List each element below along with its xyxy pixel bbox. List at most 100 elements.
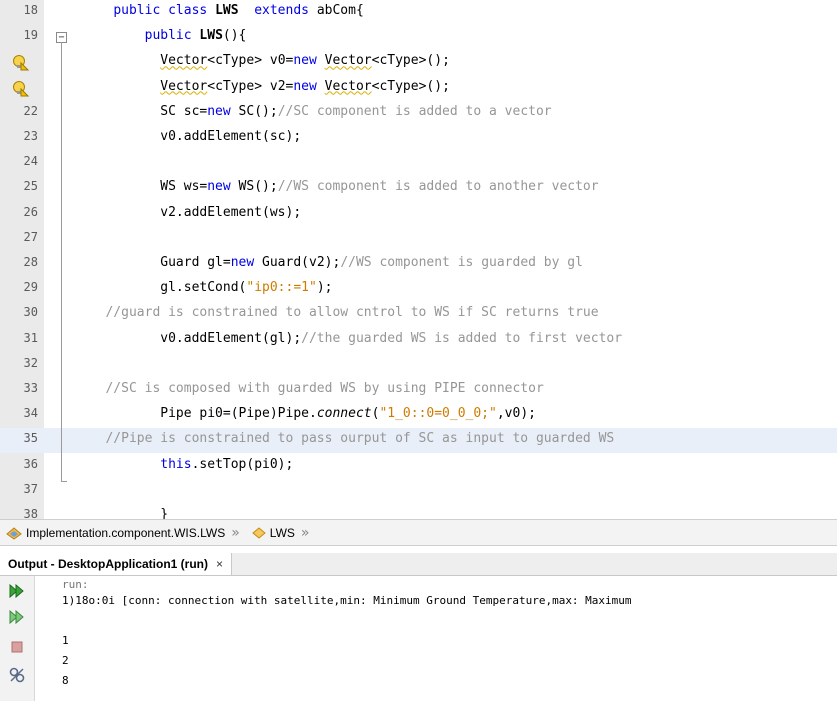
code-token: LWS [199,28,223,44]
close-icon[interactable]: × [216,557,223,571]
code-token: .setTop(pi0); [191,456,294,472]
code-token: new [293,78,325,94]
output-line: 8 [62,674,69,687]
code-token: Pipe pi0=(Pipe)Pipe. [82,406,317,422]
code-line[interactable]: Vector<cType> v0=new Vector<cType>(); [0,50,837,75]
line-number: 22 [23,103,38,118]
line-number: 38 [23,507,38,519]
code-line[interactable]: Vector<cType> v2=new Vector<cType>(); [0,76,837,101]
code-token: Vector [160,53,208,69]
code-line[interactable]: 30 //guard is constrained to allow cntro… [0,302,837,327]
code-token: new [293,53,325,69]
code-line[interactable]: 38 } [0,504,837,519]
line-number: 28 [23,255,38,269]
code-text: v0.addElement(sc); [82,129,301,144]
code-editor[interactable]: 18 public class LWS extends abCom{19− pu… [0,0,837,519]
code-line[interactable]: 33 //SC is composed with guarded WS by u… [0,378,837,403]
stop-icon[interactable] [8,638,26,656]
code-token: SC sc= [82,103,208,119]
code-token: (){ [222,28,247,44]
settings-icon[interactable] [8,666,26,684]
code-token: WS(); [238,179,278,195]
line-number: 33 [23,381,38,395]
code-text: } [82,507,168,519]
code-token: } [82,507,169,519]
code-line[interactable]: 22 SC sc=new SC();//SC component is adde… [0,101,837,126]
code-text: public LWS(){ [82,28,247,44]
code-line[interactable]: 34 Pipe pi0=(Pipe)Pipe.connect("1_0::0=0… [0,403,837,428]
output-line: 1 [62,634,69,647]
code-line[interactable]: 35 //Pipe is constrained to pass ourput … [0,428,837,454]
code-line[interactable]: 32 [0,353,837,378]
breadcrumb-label-class: Implementation.component.WIS.LWS [26,525,226,540]
code-line[interactable]: 26 v2.addElement(ws); [0,202,837,227]
code-token: "1_0::0=0_0_0;" [379,406,497,422]
code-token: //SC component is added to a vector [277,103,552,119]
fold-guide-line [61,42,62,482]
code-token: connect [316,406,372,422]
line-number: 19 [23,28,38,43]
code-token: SC(); [238,103,278,119]
output-tab[interactable]: Output - DesktopApplication1 (run) × [0,553,233,575]
code-text: //SC is composed with guarded WS by usin… [82,381,544,396]
code-token: gl.setCond( [82,280,247,296]
line-number: 36 [23,456,38,471]
code-token: "ip0::=1" [246,280,317,296]
code-text: v0.addElement(gl);//the guarded WS is ad… [82,331,622,346]
code-line[interactable]: 37 [0,479,837,504]
output-line: run: [62,578,89,591]
class-icon [6,526,22,540]
code-token: Vector [324,78,372,94]
breadcrumb-separator-icon: » [231,524,240,541]
line-number: 26 [23,204,38,219]
code-text: Pipe pi0=(Pipe)Pipe.connect("1_0::0=0_0_… [82,406,536,421]
code-line[interactable]: 29 gl.setCond("ip0::=1"); [0,277,837,302]
code-line[interactable]: 28 Guard gl=new Guard(v2);//WS component… [0,252,837,277]
code-token: Vector [160,78,208,94]
line-number: 32 [23,355,38,370]
breadcrumb-item-constructor[interactable]: LWS [252,526,295,540]
code-text: public class LWS extends abCom{ [82,3,363,18]
code-token: //SC is composed with guarded WS by usin… [105,381,544,396]
code-text: Vector<cType> v2=new Vector<cType>(); [82,79,450,94]
code-token: //WS component is added to another vecto… [277,179,599,195]
breadcrumb-separator-icon: » [300,524,310,541]
code-token: ); [316,280,333,296]
code-line[interactable]: 23 v0.addElement(sc); [0,126,837,151]
code-token: new [230,255,263,270]
code-line[interactable]: 31 v0.addElement(gl);//the guarded WS is… [0,328,837,353]
code-token: v0.addElement(sc); [82,129,302,144]
breadcrumb-item-class[interactable]: Implementation.component.WIS.LWS [6,526,225,540]
code-line[interactable]: 25 WS ws=new WS();//WS component is adde… [0,176,837,201]
code-token: v2.addElement(ws); [82,204,302,220]
code-token: //guard is constrained to allow cntrol t… [105,305,599,321]
warning-bulb-icon[interactable] [12,54,29,71]
rerun-icon[interactable] [8,582,26,600]
code-token: //Pipe is constrained to pass ourput of … [105,431,615,447]
code-line[interactable]: 18 public class LWS extends abCom{ [0,0,837,25]
code-token: <cType> v0= [207,53,294,69]
code-line[interactable]: 19− public LWS(){ [0,25,837,50]
code-line[interactable]: 27 [0,227,837,252]
code-text: //guard is constrained to allow cntrol t… [82,305,599,321]
code-text: Guard gl=new Guard(v2);//WS component is… [82,255,583,270]
line-number: 30 [23,305,38,320]
code-token: LWS [215,3,239,18]
warning-bulb-icon[interactable] [12,80,29,97]
code-token: //the guarded WS is added to first vecto… [301,330,623,346]
line-number: 31 [23,330,38,345]
line-number: 18 [23,3,38,17]
rerun-with-options-icon[interactable] [8,608,26,626]
line-number: 37 [23,481,38,496]
code-token: Vector [324,53,372,69]
code-text: v2.addElement(ws); [82,205,301,220]
code-line[interactable]: 24 [0,151,837,176]
constructor-icon [252,526,266,539]
code-line[interactable]: 36 this.setTop(pi0); [0,454,837,479]
output-console[interactable]: run: 1)18o:0i [conn: connection with sat… [62,578,632,687]
